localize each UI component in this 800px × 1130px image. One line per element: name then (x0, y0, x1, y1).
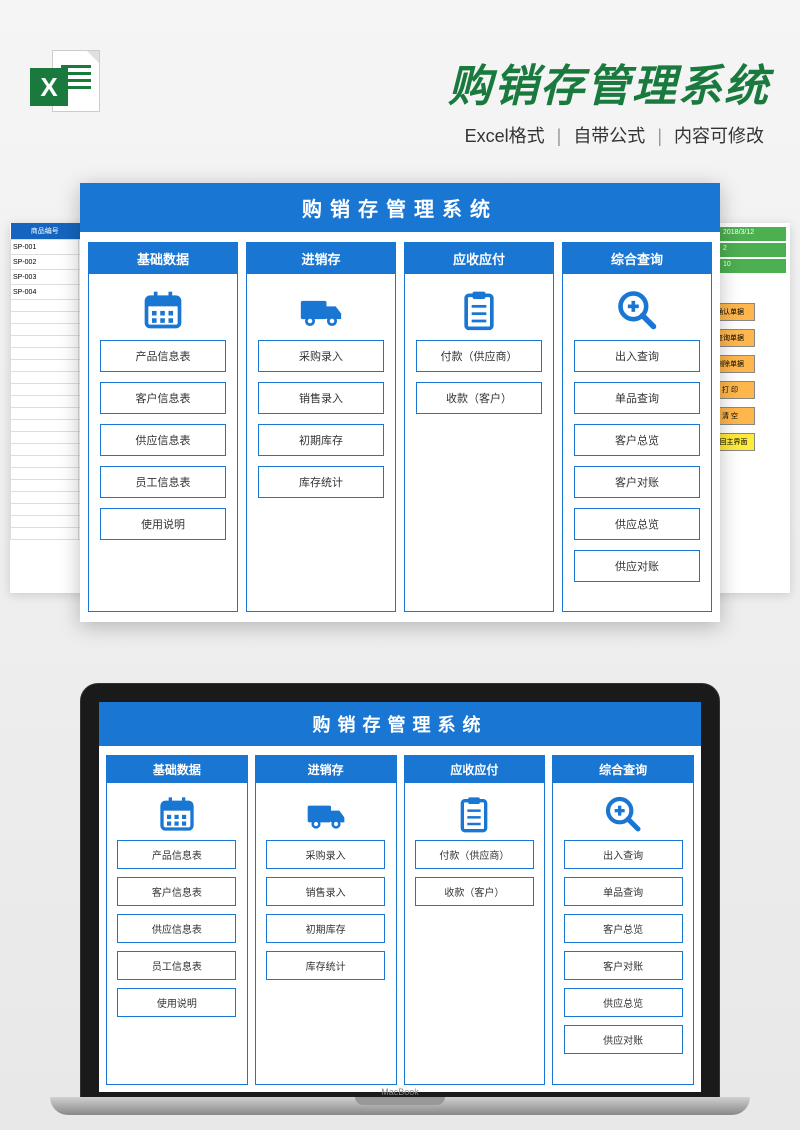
main-panel: 购销存管理系统 基础数据产品信息表客户信息表供应信息表员工信息表使用说明进销存采… (80, 183, 720, 622)
screenshot-area: 商品编号商品名称 SP-001鼠标 SP-002键盘 SP-003U盘 SP-0… (30, 183, 770, 623)
menu-button[interactable]: 付款（供应商） (415, 840, 534, 869)
panel-title: 购销存管理系统 (80, 183, 720, 232)
menu-button[interactable]: 供应对账 (564, 1025, 683, 1054)
menu-button[interactable]: 单品查询 (564, 877, 683, 906)
menu-button[interactable]: 库存统计 (266, 951, 385, 980)
menu-button[interactable]: 出入查询 (574, 340, 700, 372)
column-header: 进销存 (256, 756, 396, 783)
panel-columns-2: 基础数据产品信息表客户信息表供应信息表员工信息表使用说明进销存采购录入销售录入初… (99, 746, 701, 1085)
panel-column: 综合查询出入查询单品查询客户总览客户对账供应总览供应对账 (552, 755, 694, 1085)
panel-column: 基础数据产品信息表客户信息表供应信息表员工信息表使用说明 (88, 242, 238, 612)
panel-title-2: 购销存管理系统 (99, 702, 701, 746)
menu-button[interactable]: 客户总览 (574, 424, 700, 456)
menu-button[interactable]: 供应信息表 (117, 914, 236, 943)
menu-button[interactable]: 员工信息表 (117, 951, 236, 980)
menu-button[interactable]: 收款（客户） (416, 382, 542, 414)
menu-button[interactable]: 供应对账 (574, 550, 700, 582)
menu-button[interactable]: 供应信息表 (100, 424, 226, 456)
menu-button[interactable]: 使用说明 (117, 988, 236, 1017)
column-header: 综合查询 (553, 756, 693, 783)
panel-column: 进销存采购录入销售录入初期库存库存统计 (255, 755, 397, 1085)
zoom-icon (603, 794, 643, 830)
promo-header: X 购销存管理系统 Excel格式|自带公式|内容可修改 (0, 0, 800, 168)
column-header: 进销存 (247, 243, 395, 274)
panel-column: 综合查询出入查询单品查询客户总览客户对账供应总览供应对账 (562, 242, 712, 612)
laptop-mockup: 购销存管理系统 基础数据产品信息表客户信息表供应信息表员工信息表使用说明进销存采… (80, 683, 720, 1115)
menu-button[interactable]: 销售录入 (258, 382, 384, 414)
laptop-label: MacBook (80, 1087, 720, 1097)
menu-button[interactable]: 出入查询 (564, 840, 683, 869)
truck-icon (299, 288, 343, 328)
panel-column: 基础数据产品信息表客户信息表供应信息表员工信息表使用说明 (106, 755, 248, 1085)
menu-button[interactable]: 销售录入 (266, 877, 385, 906)
clipboard-icon (457, 288, 501, 328)
menu-button[interactable]: 收款（客户） (415, 877, 534, 906)
menu-button[interactable]: 产品信息表 (100, 340, 226, 372)
sub-title: Excel格式|自带公式|内容可修改 (110, 122, 770, 148)
menu-button[interactable]: 初期库存 (258, 424, 384, 456)
panel-column: 应收应付付款（供应商） 收款（客户） (404, 242, 554, 612)
menu-button[interactable]: 使用说明 (100, 508, 226, 540)
panel-column: 应收应付付款（供应商） 收款（客户） (404, 755, 546, 1085)
column-header: 应收应付 (405, 756, 545, 783)
column-header: 基础数据 (107, 756, 247, 783)
panel-column: 进销存采购录入销售录入初期库存库存统计 (246, 242, 396, 612)
menu-button[interactable]: 库存统计 (258, 466, 384, 498)
menu-button[interactable]: 产品信息表 (117, 840, 236, 869)
menu-button[interactable]: 员工信息表 (100, 466, 226, 498)
column-header: 综合查询 (563, 243, 711, 274)
menu-button[interactable]: 采购录入 (266, 840, 385, 869)
main-title: 购销存管理系统 (110, 50, 770, 114)
menu-button[interactable]: 供应总览 (574, 508, 700, 540)
menu-button[interactable]: 客户总览 (564, 914, 683, 943)
calendar-icon (141, 288, 185, 328)
laptop-screen: 购销存管理系统 基础数据产品信息表客户信息表供应信息表员工信息表使用说明进销存采… (99, 702, 701, 1092)
menu-button[interactable]: 客户对账 (574, 466, 700, 498)
menu-button[interactable]: 客户信息表 (117, 877, 236, 906)
menu-button[interactable]: 客户对账 (564, 951, 683, 980)
calendar-icon (157, 794, 197, 830)
menu-button[interactable]: 客户信息表 (100, 382, 226, 414)
excel-icon: X (30, 50, 100, 120)
zoom-icon (615, 288, 659, 328)
menu-button[interactable]: 付款（供应商） (416, 340, 542, 372)
panel-columns: 基础数据产品信息表客户信息表供应信息表员工信息表使用说明进销存采购录入销售录入初… (80, 232, 720, 612)
column-header: 基础数据 (89, 243, 237, 274)
clipboard-icon (454, 794, 494, 830)
truck-icon (306, 794, 346, 830)
menu-button[interactable]: 单品查询 (574, 382, 700, 414)
menu-button[interactable]: 采购录入 (258, 340, 384, 372)
column-header: 应收应付 (405, 243, 553, 274)
menu-button[interactable]: 初期库存 (266, 914, 385, 943)
menu-button[interactable]: 供应总览 (564, 988, 683, 1017)
